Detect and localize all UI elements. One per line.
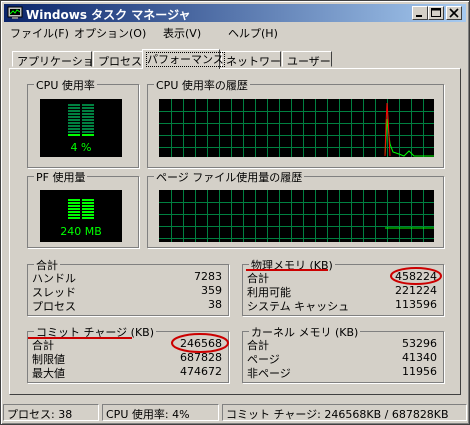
tab-performance[interactable]: パフォーマンス bbox=[142, 49, 225, 69]
tab-users[interactable]: ユーザー bbox=[282, 51, 332, 68]
tab-processes-label: プロセス bbox=[98, 55, 142, 68]
cpu-history-group: CPU 使用率の履歴 bbox=[147, 77, 444, 168]
pf-history-group: ページ ファイル使用量の履歴 bbox=[147, 169, 444, 248]
cpu-usage-group: CPU 使用率 4 % bbox=[27, 77, 139, 168]
totals-row-threads: スレッド 359 bbox=[32, 284, 222, 299]
pf-history-plot bbox=[159, 190, 434, 242]
kernel-total-value: 53296 bbox=[402, 337, 437, 350]
tab-processes[interactable]: プロセス bbox=[93, 51, 143, 68]
pf-history-label: ページ ファイル使用量の履歴 bbox=[154, 169, 305, 185]
status-processes: プロセス: 38 bbox=[3, 404, 99, 421]
task-manager-icon bbox=[7, 6, 23, 19]
tab-performance-label: パフォーマンス bbox=[146, 52, 225, 67]
tab-applications-label: アプリケーション bbox=[17, 55, 105, 68]
cpu-usage-value: 4 % bbox=[70, 141, 92, 154]
commit-total-value: 246568 bbox=[180, 337, 222, 350]
kernel-row-total: 合計 53296 bbox=[247, 337, 437, 352]
totals-handles-value: 7283 bbox=[194, 270, 222, 283]
cpu-history-label: CPU 使用率の履歴 bbox=[154, 77, 250, 93]
totals-processes-key: プロセス bbox=[32, 300, 76, 313]
commit-charge-group: コミット チャージ (KB) 合計 246568 制限値 687828 最大値 474… bbox=[27, 324, 229, 383]
pf-usage-label: PF 使用量 bbox=[34, 169, 88, 185]
close-button[interactable] bbox=[446, 6, 462, 20]
commit-limit-value: 687828 bbox=[180, 351, 222, 364]
physical-row-available: 利用可能 221224 bbox=[247, 284, 437, 299]
commit-row-peak: 最大値 474672 bbox=[32, 365, 222, 380]
commit-peak-value: 474672 bbox=[180, 365, 222, 378]
pf-usage-value: 240 MB bbox=[60, 225, 102, 238]
commit-row-total: 合計 246568 bbox=[32, 337, 222, 352]
menu-bar: ファイル(F) オプション(O) 表示(V) ヘルプ(H) bbox=[4, 23, 466, 41]
status-commit: コミット チャージ: 246568KB / 687828KB bbox=[222, 404, 467, 421]
kernel-row-paged: ページ 41340 bbox=[247, 351, 437, 366]
physical-available-value: 221224 bbox=[395, 284, 437, 297]
cpu-history-plot bbox=[159, 99, 434, 157]
cpu-history-graph bbox=[159, 99, 434, 157]
totals-threads-value: 359 bbox=[201, 284, 222, 297]
kernel-memory-group: カーネル メモリ (KB) 合計 53296 ページ 41340 非ページ 11956 bbox=[242, 324, 444, 383]
minimize-button[interactable] bbox=[412, 6, 428, 20]
commit-row-limit: 制限値 687828 bbox=[32, 351, 222, 366]
close-icon bbox=[449, 8, 459, 18]
status-bar: プロセス: 38 CPU 使用率: 4% コミット チャージ: 246568KB… bbox=[3, 402, 468, 422]
minimize-icon bbox=[416, 15, 422, 17]
commit-peak-key: 最大値 bbox=[32, 367, 65, 380]
tab-applications[interactable]: アプリケーション bbox=[12, 51, 105, 68]
physical-cache-key: システム キャッシュ bbox=[247, 300, 350, 313]
maximize-button[interactable] bbox=[428, 6, 444, 20]
status-cpu: CPU 使用率: 4% bbox=[102, 404, 219, 421]
physical-total-value: 458224 bbox=[395, 270, 437, 283]
kernel-nonpaged-key: 非ページ bbox=[247, 367, 291, 380]
totals-row-handles: ハンドル 7283 bbox=[32, 270, 222, 285]
totals-row-processes: プロセス 38 bbox=[32, 298, 222, 313]
totals-group: 合計 ハンドル 7283 スレッド 359 プロセス 38 bbox=[27, 257, 229, 316]
cpu-usage-line bbox=[384, 118, 434, 157]
tab-network[interactable]: ネットワーク bbox=[221, 51, 292, 68]
pf-history-graph bbox=[159, 190, 434, 242]
pf-usage-group: PF 使用量 240 MB bbox=[27, 169, 139, 248]
menu-view[interactable]: 表示(V) bbox=[163, 25, 201, 41]
physical-cache-value: 113596 bbox=[395, 298, 437, 311]
pf-usage-meter: 240 MB bbox=[40, 190, 122, 242]
window-title: Windows タスク マネージャ bbox=[26, 8, 191, 22]
totals-processes-value: 38 bbox=[208, 298, 222, 311]
menu-file[interactable]: ファイル(F) bbox=[10, 25, 69, 41]
tab-bar: アプリケーション プロセス パフォーマンス ネットワーク ユーザー bbox=[1, 49, 470, 69]
title-bar: Windows タスク マネージャ bbox=[4, 4, 466, 22]
menu-help[interactable]: ヘルプ(H) bbox=[228, 25, 278, 41]
kernel-paged-value: 41340 bbox=[402, 351, 437, 364]
physical-row-total: 合計 458224 bbox=[247, 270, 437, 285]
cpu-usage-label: CPU 使用率 bbox=[34, 77, 97, 93]
menu-options[interactable]: オプション(O) bbox=[74, 25, 146, 41]
cpu-usage-meter: 4 % bbox=[40, 99, 122, 157]
physical-row-cache: システム キャッシュ 113596 bbox=[247, 298, 437, 313]
kernel-row-nonpaged: 非ページ 11956 bbox=[247, 365, 437, 380]
performance-panel: CPU 使用率 4 % CPU 使用率の履歴 PF 使用量 240 MB ページ… bbox=[9, 68, 461, 395]
physical-memory-group: 物理メモリ (KB) 合計 458224 利用可能 221224 システム キャッシ… bbox=[242, 257, 444, 316]
task-manager-window: Windows タスク マネージャ ファイル(F) オプション(O) 表示(V)… bbox=[0, 0, 470, 425]
tab-users-label: ユーザー bbox=[287, 55, 331, 68]
maximize-icon bbox=[431, 8, 441, 17]
kernel-nonpaged-value: 11956 bbox=[402, 365, 437, 378]
